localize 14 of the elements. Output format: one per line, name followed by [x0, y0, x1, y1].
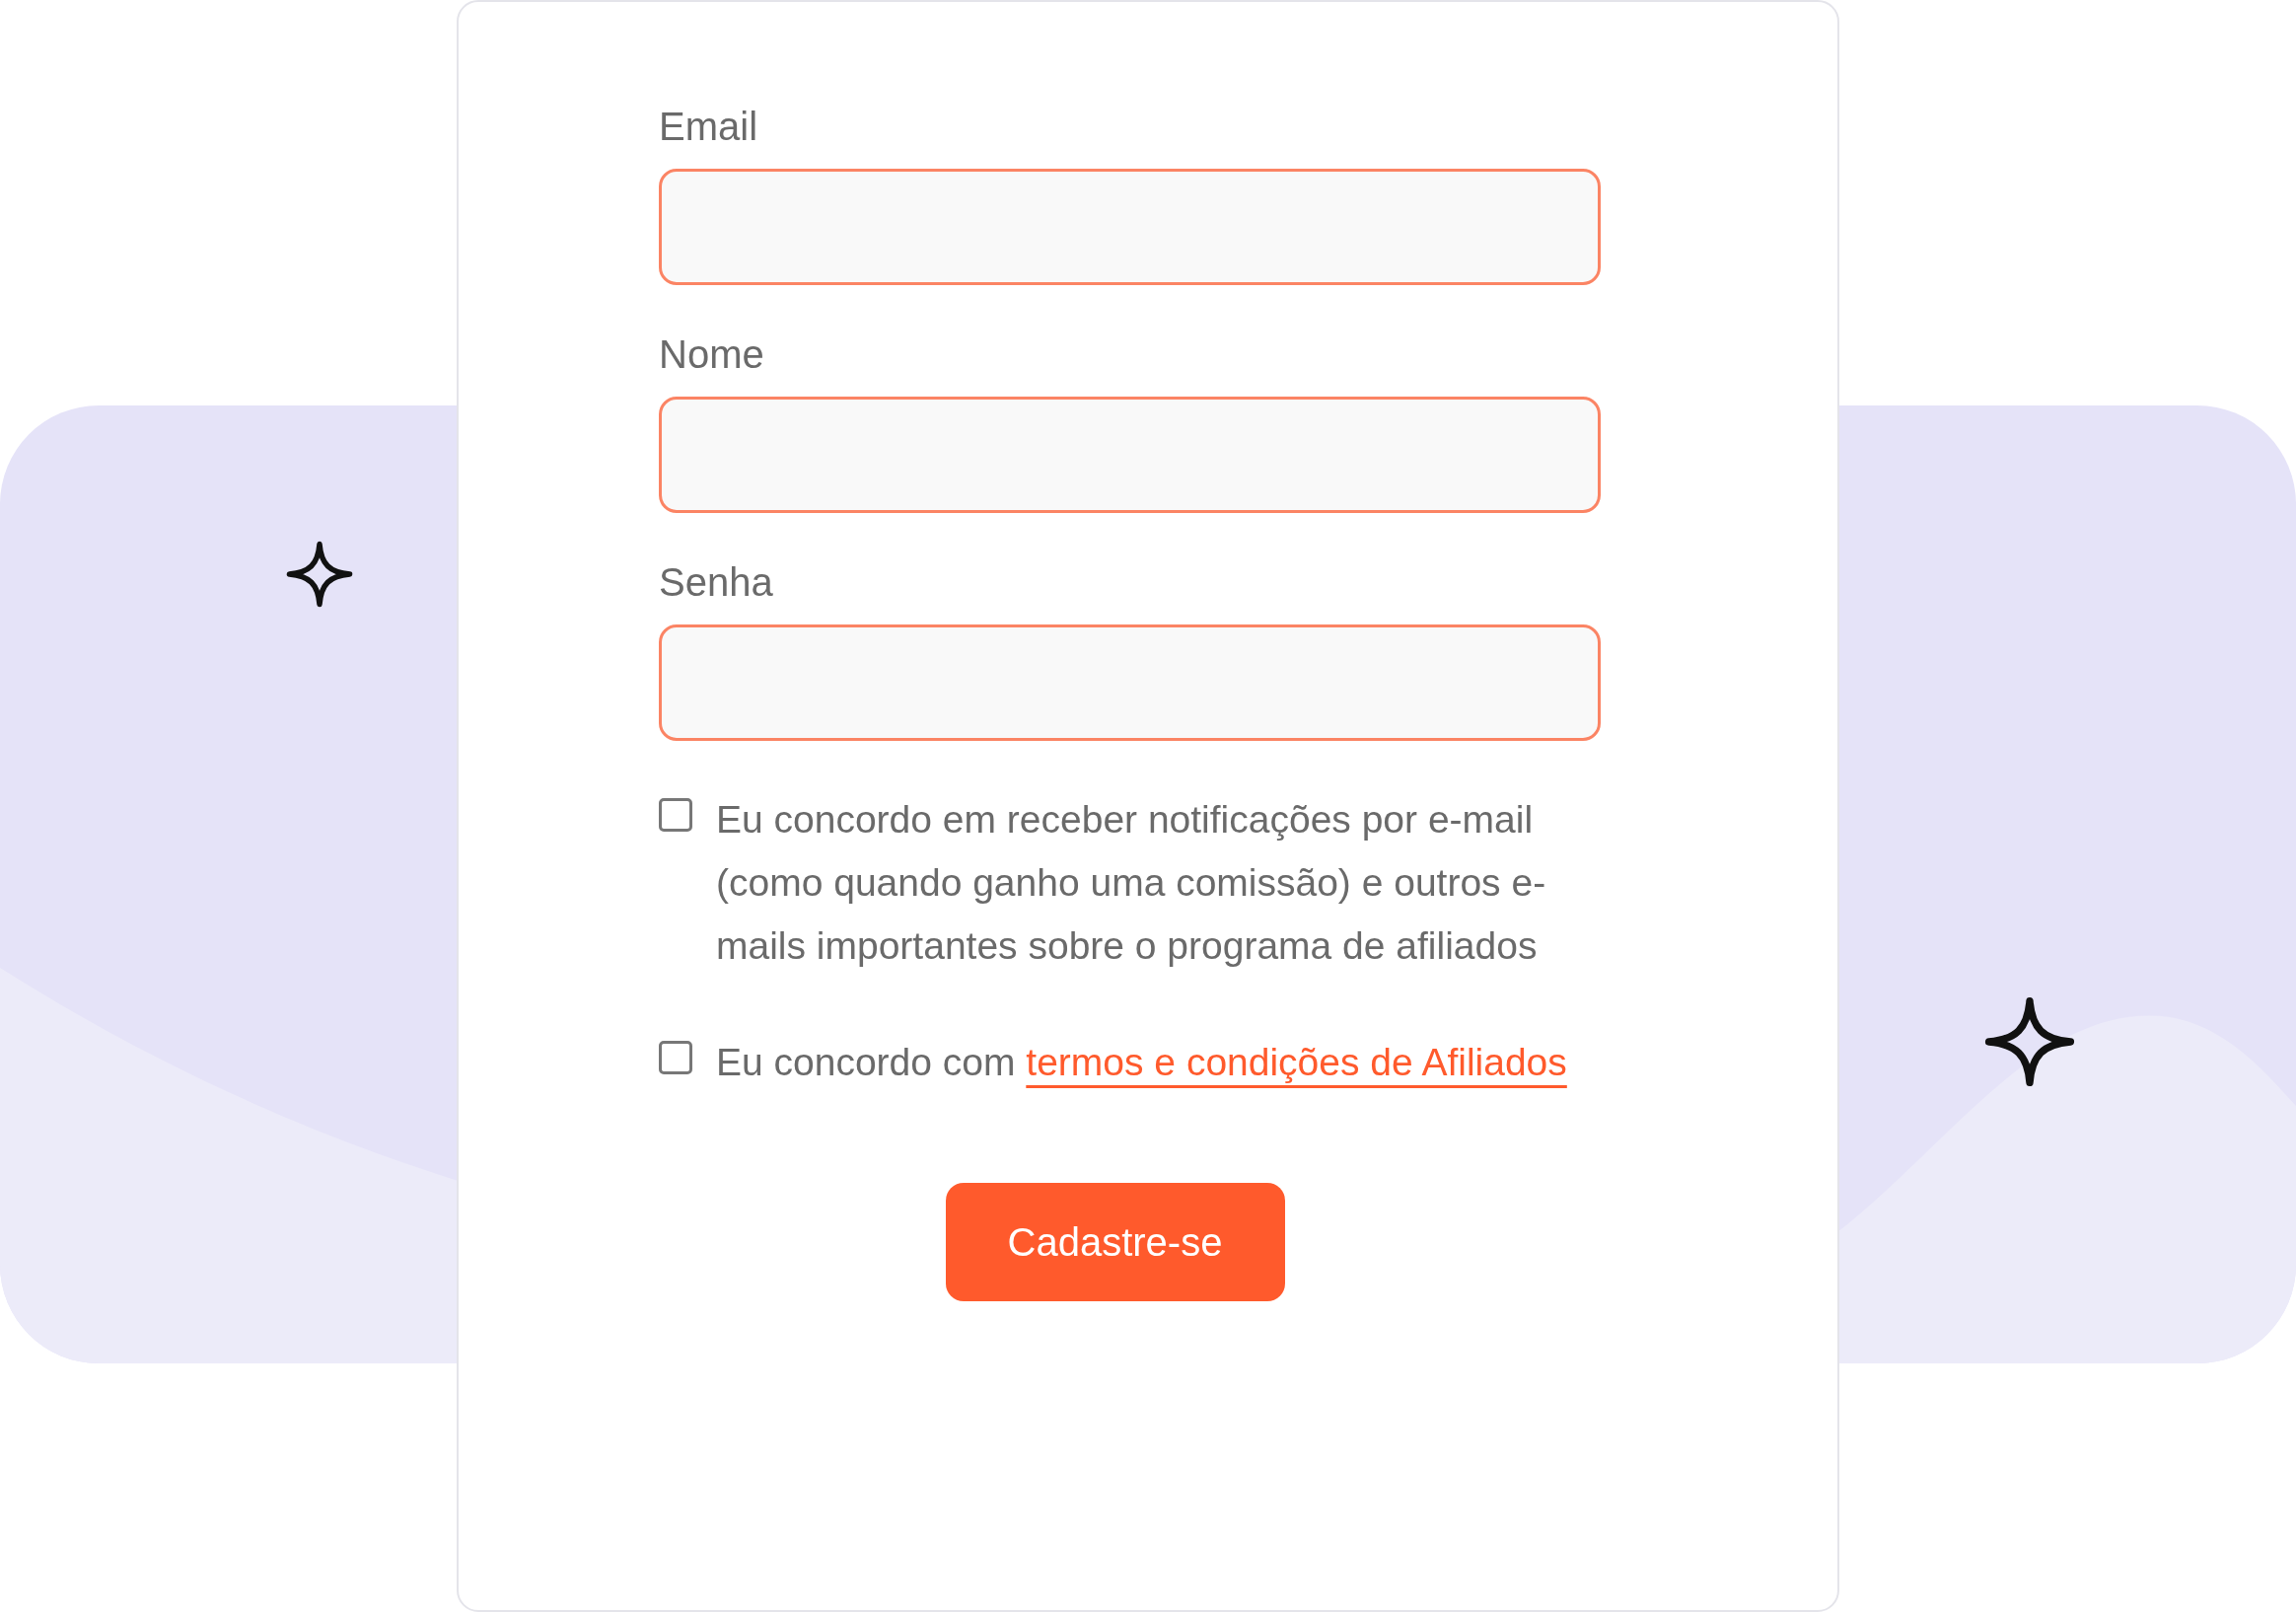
checkbox-label: Eu concordo em receber notificações por e-mail (como quando ganho uma comissão) e outros e-mails importantes sobre o programa de afiliados [716, 797, 1547, 969]
checkbox-label: Eu concordo com termos e condições de Afiliados [716, 1040, 1568, 1085]
signup-button[interactable]: Cadastre-se [945, 1183, 1285, 1301]
input-field[interactable] [659, 397, 1601, 513]
checkbox[interactable] [659, 798, 692, 832]
sparkle-icon [286, 541, 353, 608]
field-label: Nome [659, 332, 765, 377]
terms-link[interactable]: termos e condições de Afiliados [1026, 1041, 1567, 1083]
field-label: Senha [659, 560, 774, 605]
checkbox[interactable] [659, 1041, 692, 1074]
input-field[interactable] [659, 624, 1601, 741]
sparkle-icon [1984, 996, 2075, 1087]
field-label: Email [659, 105, 759, 149]
input-field[interactable] [659, 169, 1601, 285]
